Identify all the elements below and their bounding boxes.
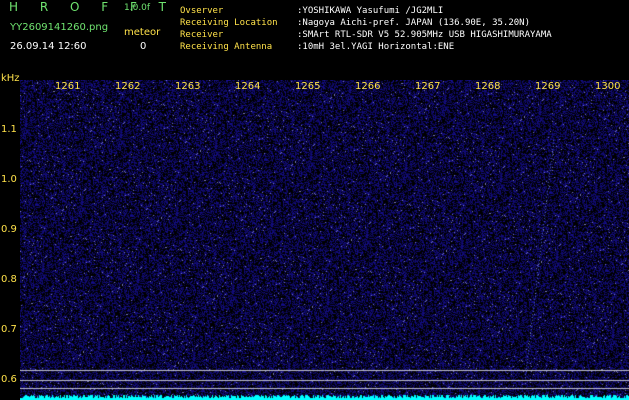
x-tick-label: 1269 xyxy=(535,81,561,92)
y-tick-label: 1.0 xyxy=(1,174,17,185)
y-axis: 1.1 1.0 0.9 0.8 0.7 0.6 xyxy=(0,80,20,400)
info-value-antenna: :10mH 3el.YAGI Horizontal:ENE xyxy=(297,42,455,52)
y-tick-label: 1.1 xyxy=(1,124,17,135)
x-tick-label: 1268 xyxy=(475,81,501,92)
header-panel: H R O F F T 1.0.0f YY2609141260.png mete… xyxy=(0,0,629,78)
x-tick-label: 1267 xyxy=(415,81,441,92)
info-value-receiver: :SMArt RTL-SDR V5 52.905MHz USB HIGASHIM… xyxy=(297,30,552,40)
spectrogram-canvas xyxy=(20,80,629,400)
brand-title: H R O F F T xyxy=(9,0,176,14)
info-key-location: Receiving Location xyxy=(180,18,278,28)
x-tick-label: 1266 xyxy=(355,81,381,92)
x-tick-label: 1262 xyxy=(115,81,141,92)
info-value-location: :Nagoya Aichi-pref. JAPAN (136.90E, 35.2… xyxy=(297,18,530,28)
y-tick-label: 0.6 xyxy=(1,374,17,385)
info-value-observer: :YOSHIKAWA Yasufumi /JG2MLI xyxy=(297,6,444,16)
x-tick-label: 1265 xyxy=(295,81,321,92)
datetime-label: 26.09.14 12:60 xyxy=(10,41,87,52)
x-tick-label: 1261 xyxy=(55,81,81,92)
meteor-label: meteor xyxy=(124,27,161,38)
x-tick-label: 1300 xyxy=(595,81,621,92)
y-tick-label: 0.7 xyxy=(1,324,17,335)
x-tick-label: 1263 xyxy=(175,81,201,92)
info-key-observer: Ovserver xyxy=(180,6,224,16)
y-tick-label: 0.8 xyxy=(1,274,17,285)
x-tick-label: 1264 xyxy=(235,81,261,92)
version-label: 1.0.0f xyxy=(124,3,151,13)
info-key-receiver: Receiver xyxy=(180,30,224,40)
y-tick-label: 0.9 xyxy=(1,224,17,235)
filename-label: YY2609141260.png xyxy=(10,22,109,33)
info-key-antenna: Receiving Antenna xyxy=(180,42,273,52)
meteor-count: 0 xyxy=(140,41,147,52)
